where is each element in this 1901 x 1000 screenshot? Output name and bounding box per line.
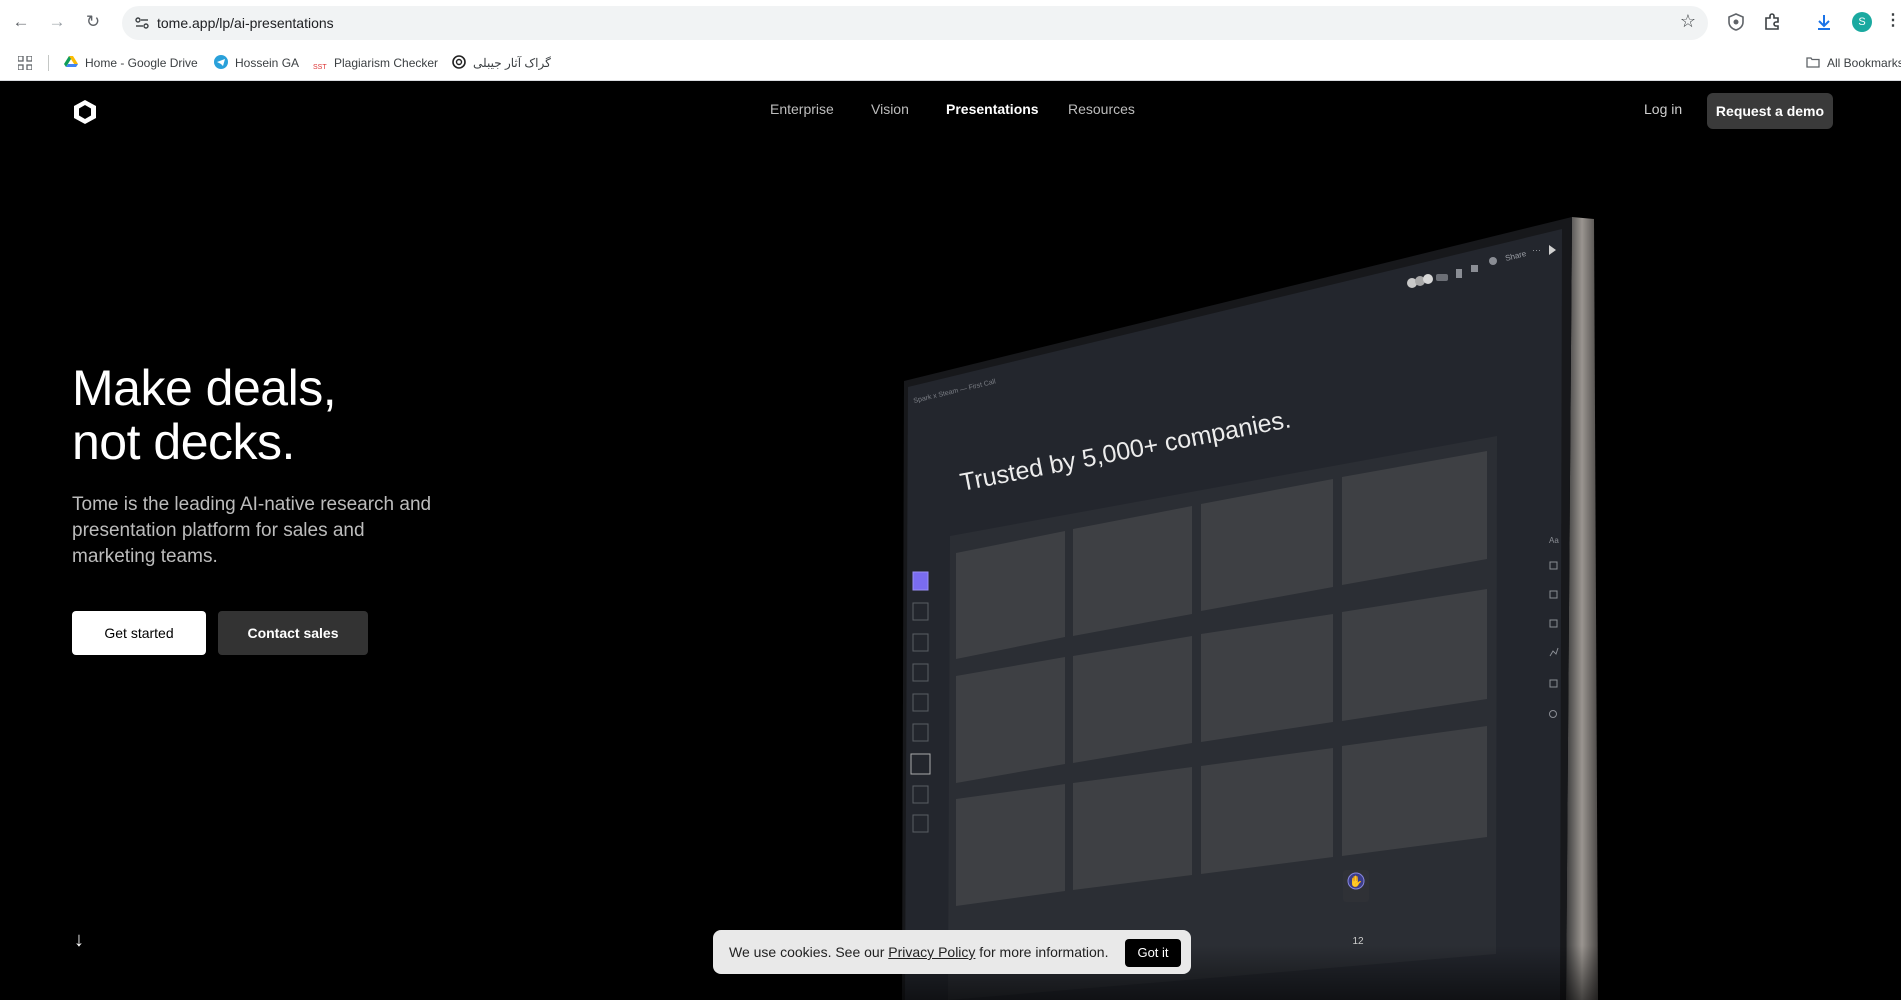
get-started-button[interactable]: Get started (72, 611, 206, 655)
cookie-accept-button[interactable]: Got it (1125, 939, 1181, 967)
bookmarks-divider (48, 55, 49, 71)
profile-avatar[interactable]: S (1852, 12, 1872, 32)
all-bookmarks-label: All Bookmarks (1827, 56, 1901, 70)
login-link[interactable]: Log in (1644, 101, 1682, 117)
nav-enterprise[interactable]: Enterprise (770, 101, 834, 117)
back-icon[interactable]: ← (10, 11, 32, 33)
cookie-text-before: We use cookies. See our (729, 944, 889, 960)
extension-icon[interactable] (1726, 12, 1746, 32)
nav-resources[interactable]: Resources (1068, 101, 1135, 117)
openai-icon (452, 55, 466, 69)
page-content: Share ··· Spark x Steam — First Call Tru… (0, 81, 1901, 1000)
bookmark-label: گراک آثار جیبلی (473, 56, 551, 70)
download-icon[interactable] (1814, 12, 1834, 32)
telegram-icon (214, 55, 228, 69)
arrow-down-icon[interactable]: ↓ (74, 929, 84, 952)
bookmark-label: Home - Google Drive (85, 56, 198, 70)
headline-line-2: not decks. (72, 414, 295, 470)
sst-icon: SST (313, 64, 327, 71)
puzzle-icon[interactable] (1762, 12, 1782, 32)
hero-headline: Make deals, not decks. (72, 360, 337, 470)
bookmarks-bar: Home - Google Drive Hossein GA SST Plagia… (0, 45, 1901, 81)
nav-vision[interactable]: Vision (871, 101, 909, 117)
forward-icon[interactable]: → (46, 11, 68, 33)
address-bar[interactable]: tome.app/lp/ai-presentations ☆ (122, 6, 1708, 40)
star-icon[interactable]: ☆ (1680, 11, 1696, 32)
tome-logo[interactable] (72, 99, 98, 125)
bookmark-label: Hossein GA (235, 56, 300, 70)
bookmark-label: Plagiarism Checker (334, 56, 439, 70)
svg-text:···: ··· (1532, 245, 1541, 255)
url-text[interactable]: tome.app/lp/ai-presentations (157, 6, 334, 40)
bookmark-google-drive[interactable]: Home - Google Drive (64, 45, 198, 81)
site-info-icon[interactable] (134, 15, 150, 31)
bookmark-plagiarism-checker[interactable]: SST Plagiarism Checker (313, 45, 438, 81)
svg-text:Aa: Aa (1549, 536, 1559, 545)
apps-icon[interactable] (18, 56, 32, 70)
google-drive-icon (64, 56, 78, 67)
folder-icon (1806, 57, 1820, 68)
contact-sales-button[interactable]: Contact sales (218, 611, 368, 655)
cookie-text-after: for more information. (975, 944, 1109, 960)
cookie-message: We use cookies. See our Privacy Policy f… (729, 930, 1108, 974)
request-demo-button[interactable]: Request a demo (1707, 93, 1833, 129)
reload-icon[interactable]: ↻ (82, 11, 104, 33)
browser-toolbar: ← → ↻ tome.app/lp/ai-presentations ☆ S ⋮ (0, 0, 1901, 45)
bookmark-hossein-ga[interactable]: Hossein GA (214, 45, 299, 81)
all-bookmarks[interactable]: All Bookmarks (1806, 45, 1901, 81)
menu-icon[interactable]: ⋮ (1885, 10, 1901, 30)
hero-subhead: Tome is the leading AI-native research a… (72, 494, 432, 567)
cookie-banner: We use cookies. See our Privacy Policy f… (713, 930, 1191, 974)
bookmark-persian[interactable]: گراک آثار جیبلی (452, 45, 551, 81)
privacy-policy-link[interactable]: Privacy Policy (888, 944, 975, 960)
nav-presentations[interactable]: Presentations (946, 101, 1039, 117)
headline-line-1: Make deals, (72, 360, 337, 416)
